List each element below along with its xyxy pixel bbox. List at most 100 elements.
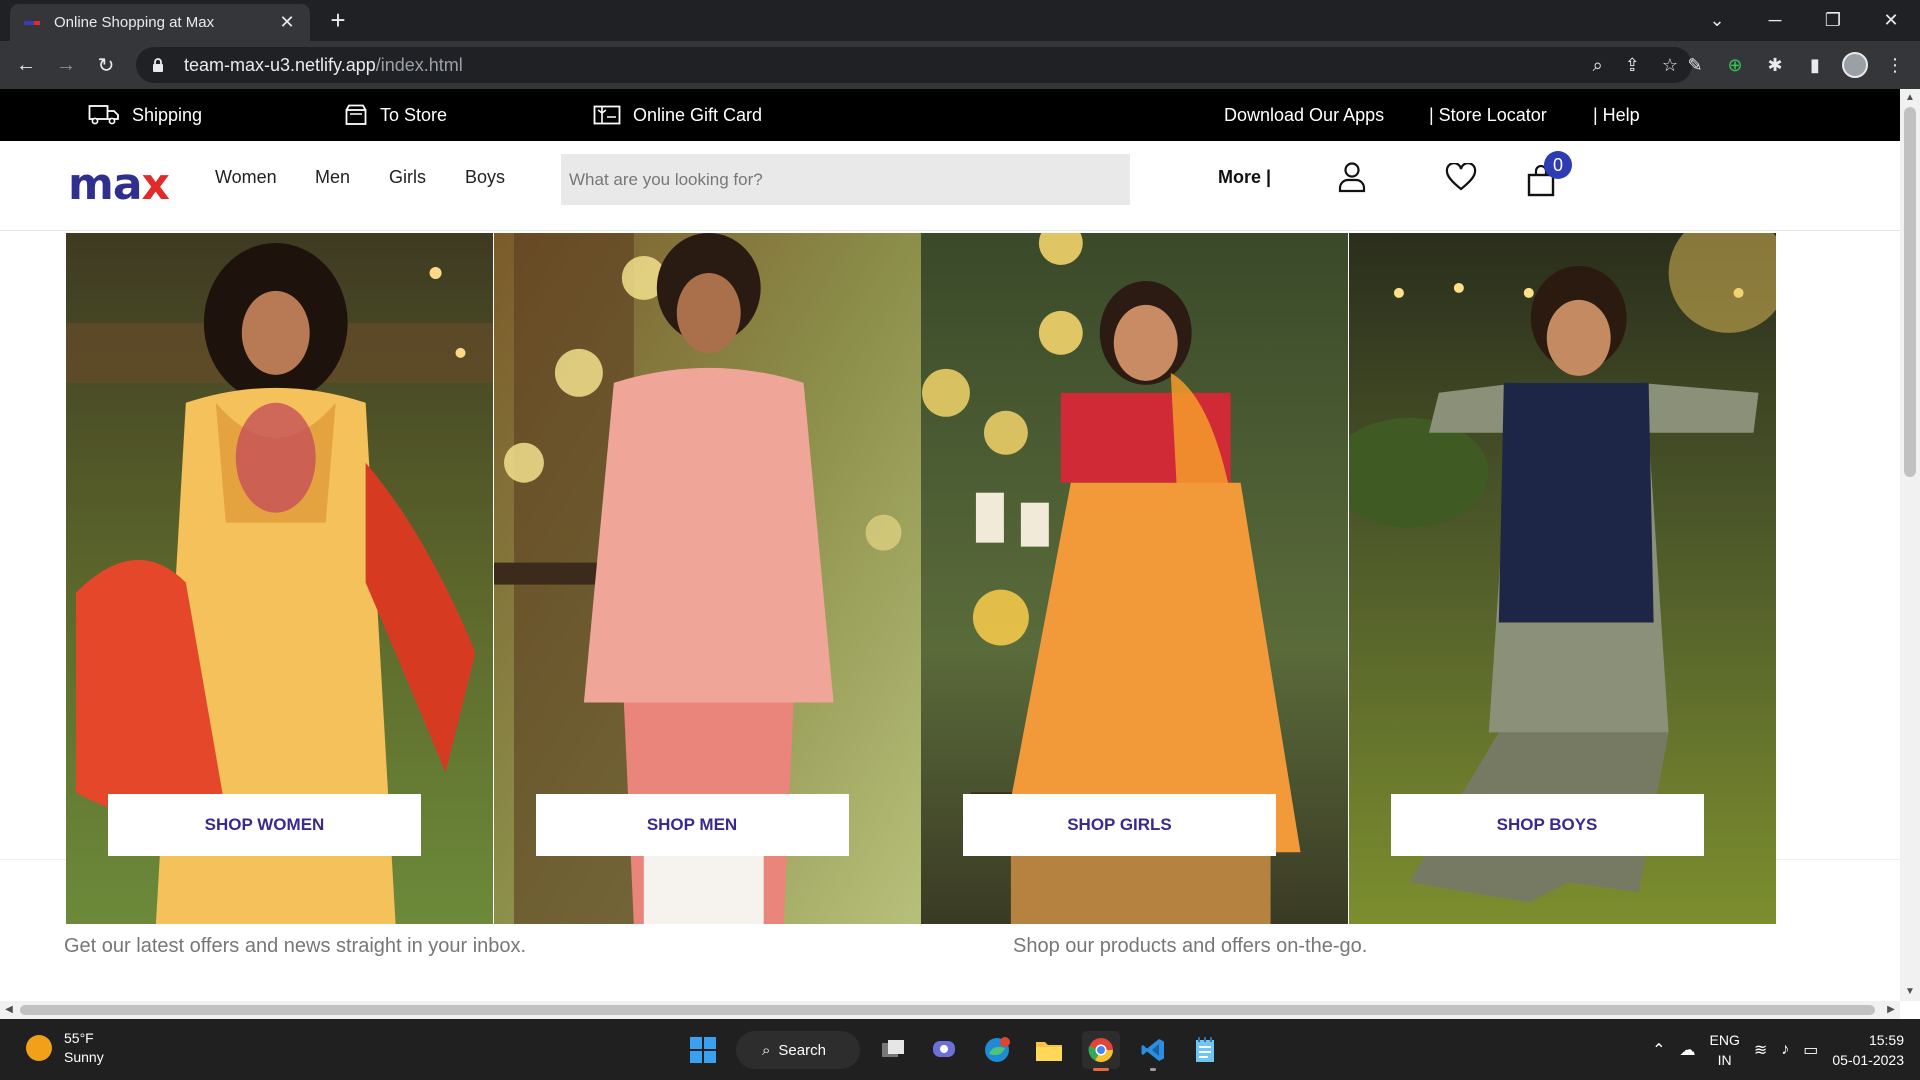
wifi-icon[interactable]: ≋ bbox=[1754, 1040, 1767, 1060]
avatar bbox=[1842, 52, 1868, 78]
show-hidden-icons-chevron-icon[interactable]: ⌃ bbox=[1652, 1040, 1665, 1060]
help-link[interactable]: | Help bbox=[1593, 89, 1640, 141]
search-icon: ⌕ bbox=[762, 1041, 771, 1059]
windows-taskbar: 55°F Sunny ⌕ Search ⌃ ☁ ENG IN ≋ ♪ ▭ 15:… bbox=[0, 1019, 1920, 1080]
hero-category-banner: SHOP WOMEN SHOP MEN SHOP GIRLS SHOP BOYS bbox=[66, 233, 1776, 925]
newsletter-text: Get our latest offers and news straight … bbox=[64, 935, 527, 957]
weather-widget[interactable]: 55°F Sunny bbox=[26, 1029, 104, 1067]
nav-boys[interactable]: Boys bbox=[465, 141, 505, 213]
men-category-panel[interactable]: SHOP MEN bbox=[493, 233, 922, 925]
shop-men-button[interactable]: SHOP MEN bbox=[535, 794, 849, 856]
onedrive-icon[interactable]: ☁ bbox=[1680, 1040, 1696, 1060]
shop-girls-button[interactable]: SHOP GIRLS bbox=[963, 794, 1276, 856]
scroll-right-arrow-icon[interactable]: ▶ bbox=[1882, 1001, 1900, 1019]
extension-plus-icon[interactable]: ⊕ bbox=[1722, 52, 1748, 78]
user-icon[interactable] bbox=[1334, 157, 1370, 197]
volume-icon[interactable]: ♪ bbox=[1781, 1041, 1789, 1059]
taskbar-search-button[interactable]: ⌕ Search bbox=[736, 1031, 860, 1069]
restore-button[interactable]: ❐ bbox=[1804, 0, 1862, 41]
forward-icon[interactable]: → bbox=[50, 49, 82, 81]
scroll-left-arrow-icon[interactable]: ◀ bbox=[0, 1001, 18, 1019]
browser-tab[interactable]: Online Shopping at Max ✕ bbox=[10, 4, 310, 41]
edge-browser-icon[interactable] bbox=[978, 1031, 1016, 1069]
extension-pen-icon[interactable]: ✎ bbox=[1682, 52, 1708, 78]
girls-category-panel[interactable]: SHOP GIRLS bbox=[921, 233, 1349, 925]
region-code: IN bbox=[1717, 1052, 1732, 1068]
windows-start-icon[interactable] bbox=[684, 1031, 722, 1069]
scroll-down-arrow-icon[interactable]: ▼ bbox=[1900, 983, 1920, 1001]
bookmark-star-icon[interactable]: ☆ bbox=[1662, 55, 1678, 76]
input-language-indicator[interactable]: ENG IN bbox=[1710, 1030, 1740, 1070]
minimize-button[interactable]: ─ bbox=[1746, 0, 1804, 41]
notepad-icon[interactable] bbox=[1186, 1031, 1224, 1069]
tab-title: Online Shopping at Max bbox=[54, 14, 215, 31]
omnibox-actions: ⌕ ⇪ ☆ bbox=[1593, 47, 1678, 83]
system-tray: ⌃ ☁ ENG IN ≋ ♪ ▭ 15:59 05-01-2023 bbox=[1652, 1027, 1904, 1073]
more-menu[interactable]: More | bbox=[1218, 141, 1271, 213]
clock-date: 05-01-2023 bbox=[1832, 1052, 1904, 1068]
clock-time: 15:59 bbox=[1868, 1032, 1904, 1048]
reload-icon[interactable]: ↻ bbox=[90, 49, 122, 81]
nav-girls[interactable]: Girls bbox=[389, 141, 426, 213]
window-controls: ⌄ ─ ❐ ✕ bbox=[1688, 0, 1920, 41]
shop-women-button[interactable]: SHOP WOMEN bbox=[108, 794, 421, 856]
boys-category-panel[interactable]: SHOP BOYS bbox=[1348, 233, 1777, 925]
close-tab-icon[interactable]: ✕ bbox=[272, 12, 302, 33]
store-locator-link[interactable]: | Store Locator bbox=[1429, 89, 1547, 141]
browser-toolbar: ← → ↻ team-max-u3.netlify.app/index.html… bbox=[0, 41, 1920, 89]
apps-promo-text: Shop our products and offers on-the-go. bbox=[1013, 935, 1368, 957]
vscode-icon[interactable] bbox=[1134, 1031, 1172, 1071]
gift-card-link[interactable]: Online Gift Card bbox=[593, 89, 762, 141]
file-explorer-icon[interactable] bbox=[1030, 1031, 1068, 1069]
to-store-link[interactable]: To Store bbox=[344, 89, 447, 141]
browser-tab-bar: Online Shopping at Max ✕ + ⌄ ─ ❐ ✕ bbox=[0, 0, 1920, 41]
vertical-scroll-thumb[interactable] bbox=[1904, 107, 1916, 477]
lang-code: ENG bbox=[1709, 1032, 1740, 1048]
page-viewport: Shipping To Store Online Gift Card Downl… bbox=[0, 89, 1900, 1001]
max-logo[interactable]: max bbox=[68, 159, 170, 210]
teams-chat-icon[interactable] bbox=[926, 1031, 964, 1069]
shipping-label: Shipping bbox=[132, 104, 203, 125]
url-host: team-max-u3.netlify.app bbox=[184, 54, 376, 75]
truck-icon bbox=[88, 104, 120, 126]
new-tab-button[interactable]: + bbox=[322, 4, 354, 36]
clock[interactable]: 15:59 05-01-2023 bbox=[1832, 1030, 1904, 1070]
profile-avatar[interactable] bbox=[1842, 52, 1868, 78]
logo-x: x bbox=[141, 159, 170, 210]
weather-condition: Sunny bbox=[64, 1049, 104, 1065]
shop-boys-button[interactable]: SHOP BOYS bbox=[1390, 794, 1704, 856]
task-view-icon[interactable] bbox=[874, 1031, 912, 1069]
main-header: max Women Men Girls Boys More | 0 bbox=[0, 141, 1900, 231]
weather-text: 55°F Sunny bbox=[64, 1029, 104, 1067]
search-input[interactable] bbox=[561, 154, 1130, 205]
wishlist-heart-icon[interactable] bbox=[1443, 157, 1479, 197]
vertical-scrollbar[interactable]: ▲ ▼ bbox=[1900, 89, 1920, 1001]
tab-search-icon[interactable]: ⌄ bbox=[1688, 0, 1746, 41]
zoom-search-icon[interactable]: ⌕ bbox=[1593, 55, 1603, 76]
horizontal-scrollbar[interactable]: ◀ ▶ bbox=[0, 1001, 1900, 1019]
gift-card-label: Online Gift Card bbox=[633, 104, 763, 125]
shipping-link[interactable]: Shipping bbox=[88, 89, 202, 141]
side-panel-icon[interactable]: ▮ bbox=[1802, 52, 1828, 78]
nav-men[interactable]: Men bbox=[315, 141, 350, 213]
logo-text: ma bbox=[68, 159, 143, 210]
back-icon[interactable]: ← bbox=[10, 49, 42, 81]
url-path: /index.html bbox=[375, 54, 463, 75]
extensions-puzzle-icon[interactable]: ✱ bbox=[1762, 52, 1788, 78]
horizontal-scroll-thumb[interactable] bbox=[20, 1005, 1875, 1015]
address-bar[interactable]: team-max-u3.netlify.app/index.html ⌕ ⇪ ☆ bbox=[136, 47, 1692, 83]
max-favicon-icon bbox=[24, 15, 40, 31]
taskbar-search-label: Search bbox=[778, 1041, 826, 1059]
cart-count-badge: 0 bbox=[1544, 151, 1572, 179]
gift-card-icon bbox=[593, 105, 621, 125]
chrome-icon[interactable] bbox=[1082, 1031, 1120, 1071]
close-window-button[interactable]: ✕ bbox=[1862, 0, 1920, 41]
scroll-up-arrow-icon[interactable]: ▲ bbox=[1900, 89, 1920, 107]
nav-women[interactable]: Women bbox=[215, 141, 277, 213]
share-icon[interactable]: ⇪ bbox=[1625, 55, 1640, 76]
download-apps-link[interactable]: Download Our Apps bbox=[1224, 89, 1384, 141]
menu-kebab-icon[interactable]: ⋮ bbox=[1882, 52, 1908, 78]
battery-icon[interactable]: ▭ bbox=[1803, 1040, 1818, 1060]
store-icon bbox=[344, 103, 368, 127]
women-category-panel[interactable]: SHOP WOMEN bbox=[66, 233, 494, 925]
